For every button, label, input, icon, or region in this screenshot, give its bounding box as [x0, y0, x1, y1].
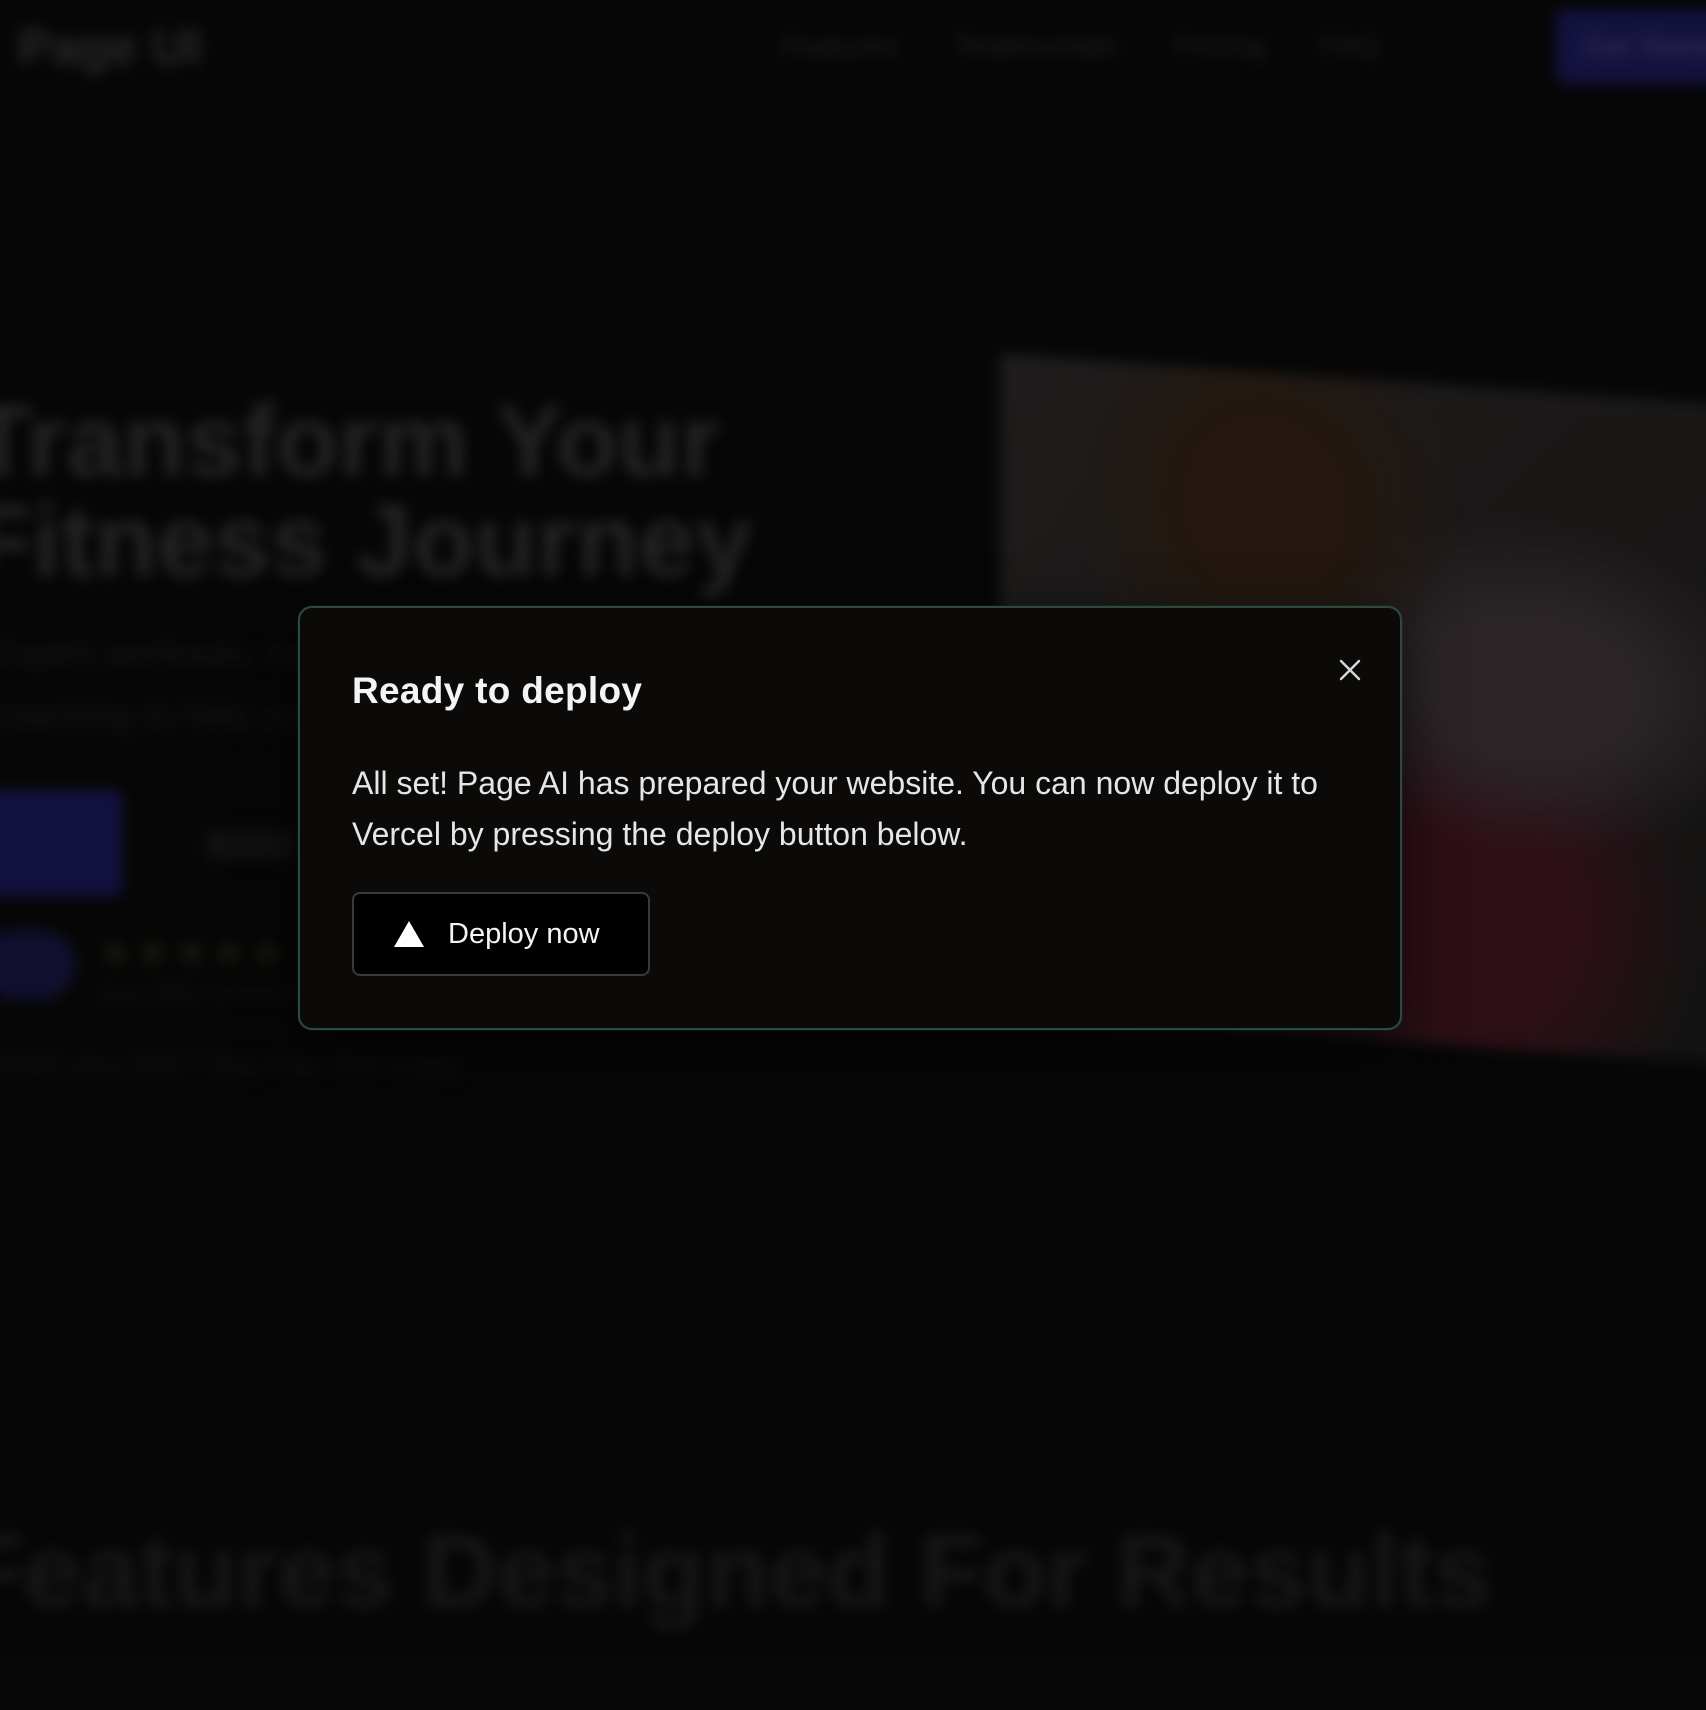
close-button[interactable] — [1330, 650, 1370, 690]
close-icon — [1339, 659, 1361, 681]
deploy-dialog: Ready to deploy All set! Page AI has pre… — [298, 606, 1402, 1030]
dialog-title: Ready to deploy — [352, 670, 643, 711]
deploy-button-label: Deploy now — [448, 917, 600, 950]
app-window: Page UI Features Testimonials Pricing FA… — [0, 0, 1706, 1710]
dialog-message: All set! Page AI has prepared your websi… — [352, 765, 1318, 852]
vercel-triangle-icon — [394, 920, 426, 948]
deploy-now-button[interactable]: Deploy now — [352, 892, 650, 976]
